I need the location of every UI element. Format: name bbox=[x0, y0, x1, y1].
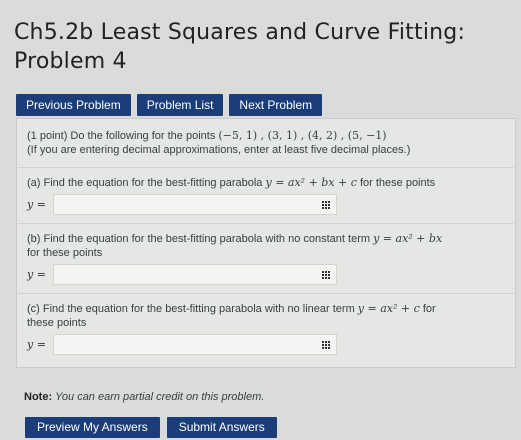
part-c-formula: y = ax² + c bbox=[357, 302, 420, 315]
previous-problem-button[interactable]: Previous Problem bbox=[16, 94, 131, 116]
part-a: (a) Find the equation for the best-fitti… bbox=[18, 167, 514, 223]
part-b-answer-row: y = bbox=[27, 264, 337, 285]
points-prefix: (1 point) Do the following for the point… bbox=[27, 130, 219, 142]
part-b-prompt: (b) Find the equation for the best-fitti… bbox=[27, 232, 442, 246]
part-b-answer-input[interactable] bbox=[53, 264, 337, 285]
points-values: (−5, 1) , (3, 1) , (4, 2) , (5, −1) bbox=[218, 129, 387, 142]
equation-editor-icon[interactable] bbox=[322, 271, 332, 279]
part-a-prefix: (a) Find the equation for the best-fitti… bbox=[27, 177, 266, 189]
part-a-answer-row: y = bbox=[27, 194, 337, 215]
page: Ch5.2b Least Squares and Curve Fitting: … bbox=[0, 0, 521, 440]
problem-box: (1 point) Do the following for the point… bbox=[16, 118, 516, 368]
problem-list-button[interactable]: Problem List bbox=[136, 94, 224, 116]
part-b-formula: y = ax² + bx bbox=[373, 232, 443, 245]
part-a-suffix: for these points bbox=[356, 177, 436, 189]
note-label: Note: bbox=[24, 391, 53, 403]
part-b: (b) Find the equation for the best-fitti… bbox=[18, 223, 514, 293]
part-c: (c) Find the equation for the best-fitti… bbox=[18, 293, 514, 367]
part-a-answer-label: y = bbox=[27, 197, 46, 211]
part-a-prompt: (a) Find the equation for the best-fitti… bbox=[27, 176, 435, 190]
part-c-answer-label: y = bbox=[27, 337, 46, 351]
part-b-prompt-line-2: for these points bbox=[27, 247, 103, 259]
part-c-prefix: (c) Find the equation for the best-fitti… bbox=[27, 303, 358, 315]
part-c-prompt-line-2: these points bbox=[27, 317, 87, 329]
part-a-formula: y = ax² + bx + c bbox=[265, 176, 357, 189]
equation-editor-icon[interactable] bbox=[322, 201, 332, 209]
next-problem-button[interactable]: Next Problem bbox=[229, 94, 323, 116]
submit-bar: Preview My Answers Submit Answers bbox=[25, 417, 277, 438]
page-title-line-1: Ch5.2b Least Squares and Curve Fitting: bbox=[14, 20, 466, 45]
preview-answers-button[interactable]: Preview My Answers bbox=[25, 417, 160, 438]
part-b-prefix: (b) Find the equation for the best-fitti… bbox=[27, 233, 374, 245]
part-c-suffix: for bbox=[419, 303, 436, 315]
page-title: Ch5.2b Least Squares and Curve Fitting: … bbox=[14, 18, 514, 76]
problem-intro: (1 point) Do the following for the point… bbox=[27, 129, 410, 157]
submit-answers-button[interactable]: Submit Answers bbox=[166, 417, 277, 438]
partial-credit-note: Note: You can earn partial credit on thi… bbox=[24, 391, 264, 403]
part-b-answer-label: y = bbox=[27, 267, 46, 281]
page-title-line-2: Problem 4 bbox=[14, 49, 127, 74]
part-c-answer-row: y = bbox=[27, 334, 337, 355]
part-c-answer-input[interactable] bbox=[53, 334, 337, 355]
equation-editor-icon[interactable] bbox=[322, 341, 332, 349]
problem-nav: Previous Problem Problem List Next Probl… bbox=[16, 94, 323, 116]
part-c-prompt: (c) Find the equation for the best-fitti… bbox=[27, 302, 436, 316]
note-text: You can earn partial credit on this prob… bbox=[55, 391, 265, 403]
points-line: (1 point) Do the following for the point… bbox=[27, 129, 410, 143]
decimal-note: (If you are entering decimal approximati… bbox=[27, 144, 411, 156]
part-a-answer-input[interactable] bbox=[53, 194, 337, 215]
